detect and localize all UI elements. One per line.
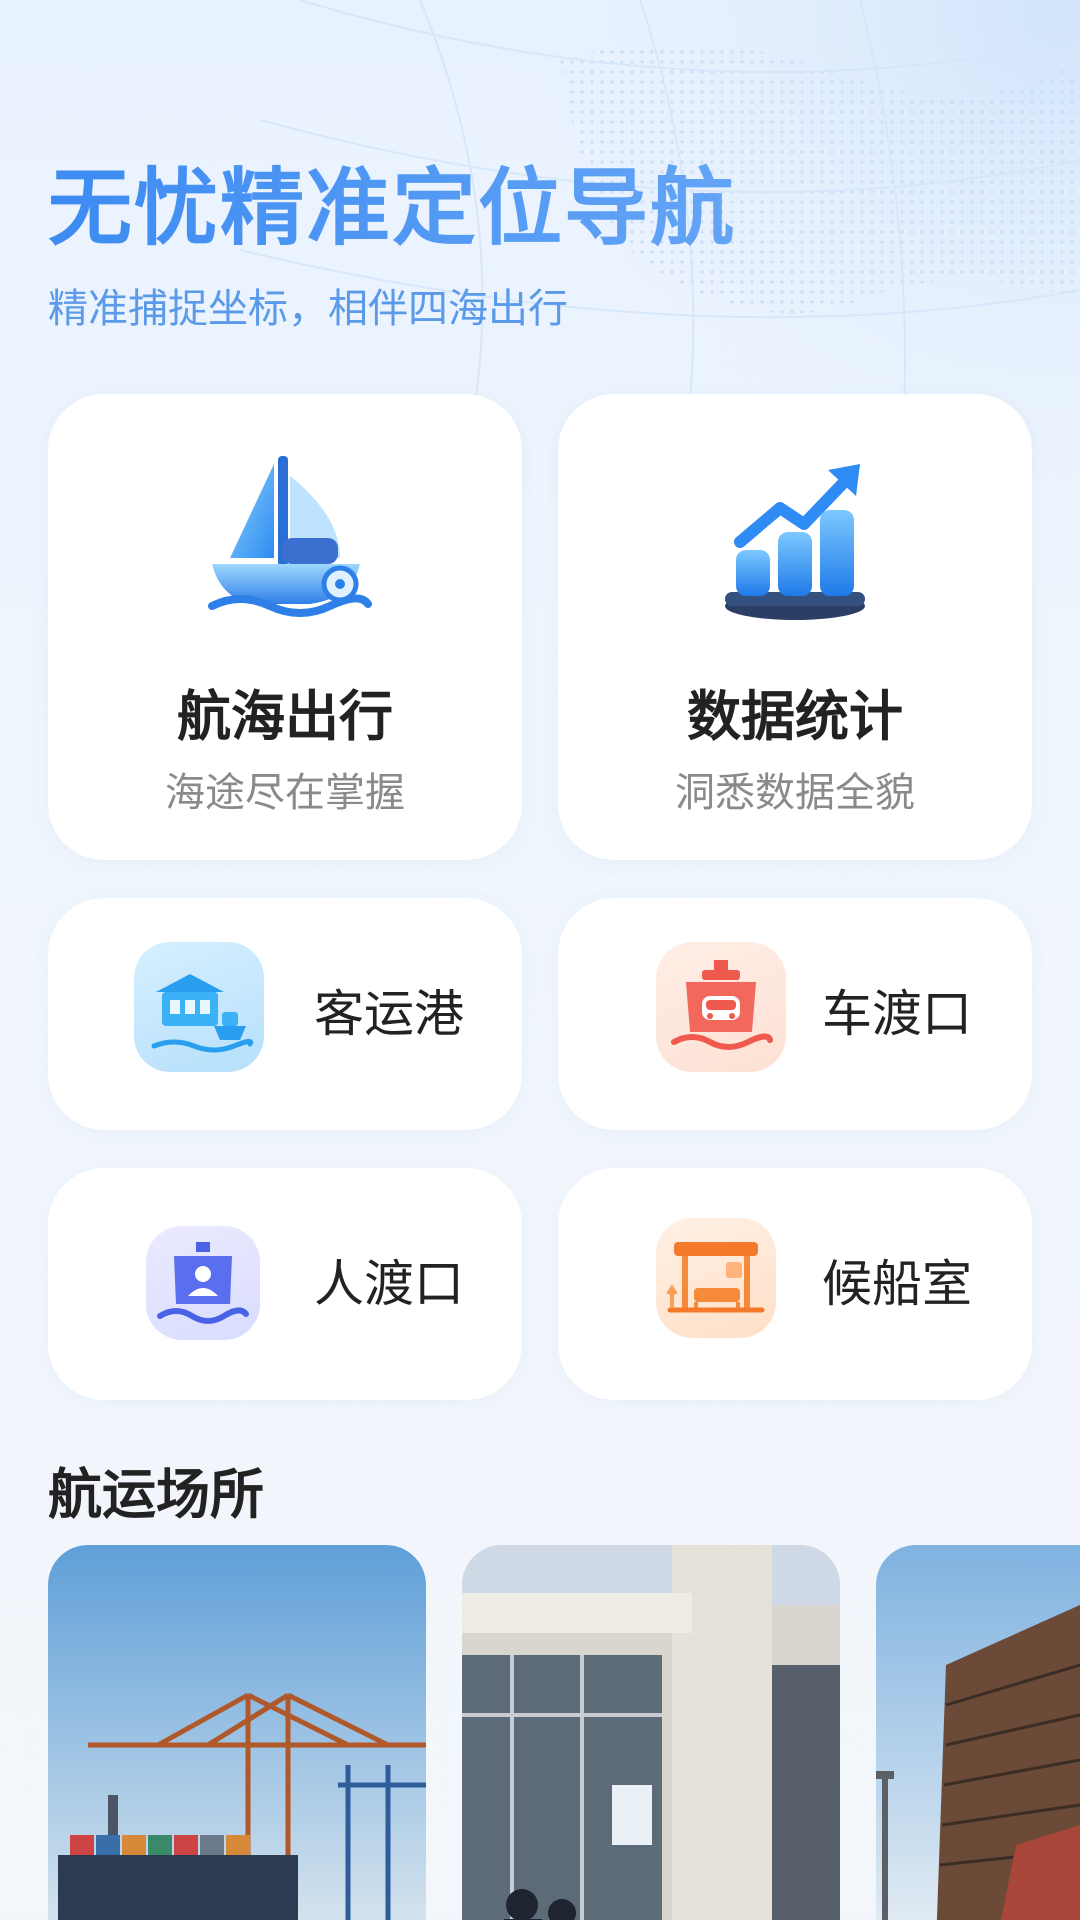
passenger-port-icon xyxy=(134,942,264,1072)
feature-card-subtitle: 洞悉数据全貌 xyxy=(675,770,915,816)
sailboat-icon xyxy=(190,446,380,636)
container-port-photo xyxy=(48,1545,426,1920)
header: 无忧精准定位导航 精准捕捉坐标，相伴四海出行 xyxy=(48,162,736,334)
feature-card-subtitle: 海途尽在掌握 xyxy=(165,770,405,816)
section-title: 航运场所 xyxy=(48,1463,264,1526)
quick-link-label: 候船室 xyxy=(822,1255,972,1313)
quick-link-passenger-ferry[interactable]: 人渡口 xyxy=(48,1168,522,1400)
quick-link-label: 人渡口 xyxy=(314,1255,464,1313)
page-title: 无忧精准定位导航 xyxy=(48,159,737,257)
feature-card-statistics[interactable]: 数据统计 洞悉数据全貌 xyxy=(558,394,1032,860)
page-subtitle: 精准捕捉坐标，相伴四海出行 xyxy=(48,286,568,333)
quick-link-car-ferry[interactable]: 车渡口 xyxy=(558,898,1032,1130)
growth-chart-icon xyxy=(700,446,890,636)
ship-under-construction-photo xyxy=(876,1545,1080,1920)
feature-card-title: 数据统计 xyxy=(687,685,903,748)
place-card-terminal-building[interactable] xyxy=(462,1545,840,1920)
quick-link-waiting-room[interactable]: 候船室 xyxy=(558,1168,1032,1400)
place-card-shipyard[interactable] xyxy=(876,1545,1080,1920)
quick-link-label: 车渡口 xyxy=(822,985,972,1043)
quick-link-passenger-port[interactable]: 客运港 xyxy=(48,898,522,1130)
car-ferry-icon xyxy=(656,942,786,1072)
waiting-room-icon xyxy=(656,1218,776,1338)
terminal-building-photo xyxy=(462,1545,840,1920)
quick-link-label: 客运港 xyxy=(314,985,464,1043)
place-card-container-port[interactable] xyxy=(48,1545,426,1920)
passenger-ferry-icon xyxy=(146,1226,260,1340)
feature-card-navigation[interactable]: 航海出行 海途尽在掌握 xyxy=(48,394,522,860)
feature-card-title: 航海出行 xyxy=(177,685,393,748)
